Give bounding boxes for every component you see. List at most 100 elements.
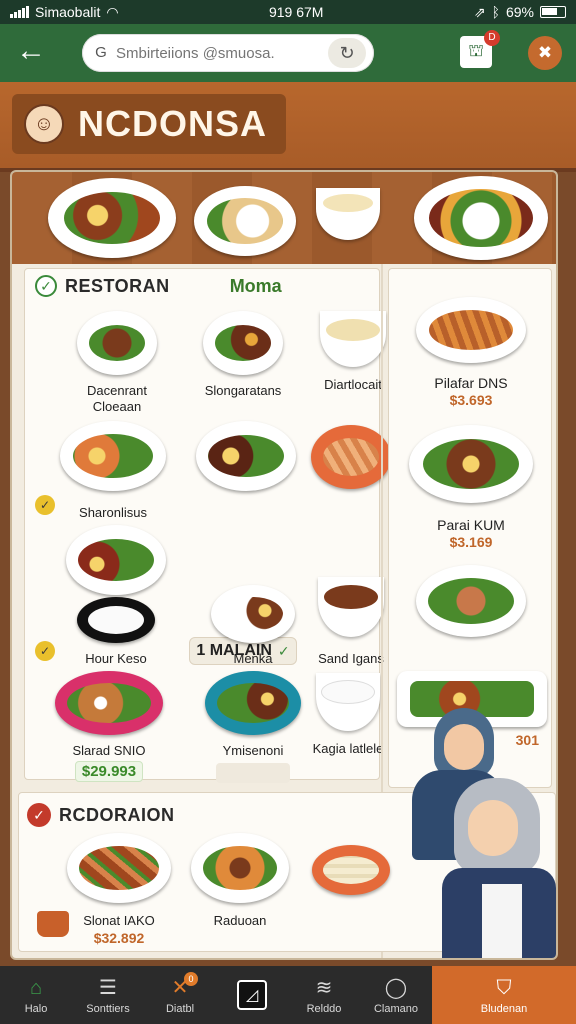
menu-item[interactable]: [309, 845, 393, 895]
menu-item[interactable]: Sharonlisus: [53, 421, 173, 521]
special-item[interactable]: [401, 565, 541, 637]
cart-badge: D: [484, 30, 500, 46]
refresh-icon: ↻: [339, 42, 355, 63]
item-name: Kagia latlele: [312, 741, 384, 756]
wifi-icon: ◠: [106, 3, 119, 20]
battery-icon: [540, 6, 566, 18]
section-header-rcdoraion: ✓ RCDORAION: [27, 803, 175, 827]
tools-button[interactable]: ✖: [528, 36, 562, 70]
app-bar: ← G ↻ ⛫ D ✖: [0, 24, 576, 82]
nav-item-diatbl[interactable]: ✕ 0 Diatbl: [144, 966, 216, 1024]
item-price: $32.892: [93, 930, 145, 946]
carrier-name: Simaobalit: [35, 4, 101, 20]
battery-percent: 69%: [505, 4, 534, 20]
menu-item[interactable]: Slonat IAKO $32.892: [59, 833, 179, 947]
bluetooth-icon: ᛒ: [491, 4, 500, 20]
menu-item[interactable]: [311, 425, 391, 489]
item-name: Diartlocait: [324, 377, 382, 392]
nav-item-relddo[interactable]: ≋ Relddo: [288, 966, 360, 1024]
nav-label: Diatbl: [165, 1002, 195, 1015]
status-bar: Simaobalit ◠ 919 67M ⇗ ᛒ 69%: [0, 0, 576, 24]
check-badge-icon: ✓: [35, 495, 55, 515]
nav-label: Sonttiers: [86, 1002, 130, 1015]
menu-item[interactable]: Raduoan: [187, 833, 293, 929]
chat-icon: ◯: [384, 976, 408, 999]
menu-item[interactable]: Menka: [205, 585, 301, 667]
bottom-nav: ⌂ Halo ☰ Sonttiers ✕ 0 Diatbl ◿ ≋ Relddo…: [0, 966, 576, 1024]
shield-icon: ⛉: [496, 976, 512, 999]
menu-item[interactable]: Hour Keso: [61, 525, 171, 667]
dish-image: [312, 845, 390, 895]
nav-label: Halo: [24, 1002, 48, 1015]
section-title: RCDORAION: [59, 804, 175, 825]
dish-image: [211, 585, 295, 643]
dish-image: [55, 671, 163, 735]
item-name: Raduoan: [213, 913, 267, 928]
nav-item-bludenan[interactable]: ⛉ Bludenan: [432, 966, 576, 1024]
nav-item-sonttiers[interactable]: ☰ Sonttiers: [72, 966, 144, 1024]
menu-item[interactable]: Slongaratans: [193, 311, 293, 399]
dish-image: [203, 311, 283, 375]
nav-label: Clamano: [373, 1002, 419, 1015]
dish-image: [311, 425, 391, 489]
menu-item[interactable]: Diartlocait: [315, 311, 391, 393]
dish-image: [66, 525, 166, 595]
nav-badge: 0: [184, 972, 198, 986]
stack-icon: ≋: [315, 976, 333, 999]
location-icon: ⇗: [473, 3, 486, 20]
featured-dish-3[interactable]: [316, 188, 380, 240]
featured-dish-1[interactable]: [48, 178, 176, 258]
search-input[interactable]: [116, 44, 328, 62]
character-illustration: [398, 708, 556, 958]
tools-icon: ✖: [537, 43, 553, 62]
basket-icon: [37, 911, 69, 937]
item-name: Parai KUM: [437, 517, 505, 533]
featured-dish-2[interactable]: [194, 186, 296, 256]
hero-title-card: ☺ NCDONSA: [12, 94, 286, 154]
menu-item[interactable]: Sand Igans: [311, 577, 391, 667]
item-name: Hour Keso: [85, 651, 147, 666]
dish-image: [77, 311, 157, 375]
menu-item[interactable]: Kagia latlele: [305, 673, 391, 757]
item-name: Slonat IAKO: [83, 913, 155, 928]
check-badge-icon: ✓: [35, 641, 55, 661]
dish-image: [196, 421, 296, 491]
refresh-button[interactable]: ↻: [328, 38, 366, 68]
search-icon: G: [95, 44, 107, 61]
item-name: Sharonlisus: [79, 505, 147, 520]
dish-image: [318, 577, 384, 637]
item-price: $3.169: [449, 534, 493, 550]
nav-item-clamano[interactable]: ◯ Clamano: [360, 966, 432, 1024]
signal-icon: [10, 6, 29, 18]
search-bar[interactable]: G ↻: [82, 34, 374, 72]
square-icon: ◿: [237, 980, 267, 1010]
back-arrow-icon[interactable]: ←: [14, 36, 48, 70]
special-item[interactable]: Parai KUM $3.169: [401, 425, 541, 551]
item-name: Slongaratans: [204, 383, 282, 398]
item-name: Dacenrant: [87, 383, 147, 398]
menu-item[interactable]: Slarad SNIO $29.993: [39, 671, 179, 782]
nav-item-center[interactable]: ◿: [216, 966, 288, 1024]
mascot-avatar-icon: ☺: [24, 104, 64, 144]
dish-image: [191, 833, 289, 903]
item-price: $29.993: [74, 761, 144, 782]
featured-dish-4[interactable]: [414, 176, 548, 260]
special-item[interactable]: Pilafar DNS $3.693: [401, 297, 541, 409]
item-name: Pilafar DNS: [434, 375, 508, 391]
dish-image: [409, 425, 533, 503]
dish-image: [320, 311, 386, 367]
price-placeholder: [216, 763, 290, 783]
nav-label: Bludenan: [480, 1002, 528, 1015]
check-icon: ✓: [27, 803, 51, 827]
dish-image: [416, 297, 526, 363]
menu-item[interactable]: Dacenrant Cloeaan: [67, 311, 167, 415]
menu-item[interactable]: Ymisenoni: [201, 671, 305, 783]
item-name-line2: Cloeaan: [92, 399, 142, 414]
menu-item[interactable]: [193, 421, 299, 491]
menu-panel: ✓ RESTORAN Moma Dacenrant Cloeaan Slonga…: [10, 170, 558, 960]
home-icon: ⌂: [29, 976, 43, 999]
rice-plate-image: [77, 597, 155, 643]
item-price: $3.693: [449, 392, 493, 408]
nav-item-halo[interactable]: ⌂ Halo: [0, 966, 72, 1024]
shopping-bag-icon: ⛫: [468, 41, 484, 60]
